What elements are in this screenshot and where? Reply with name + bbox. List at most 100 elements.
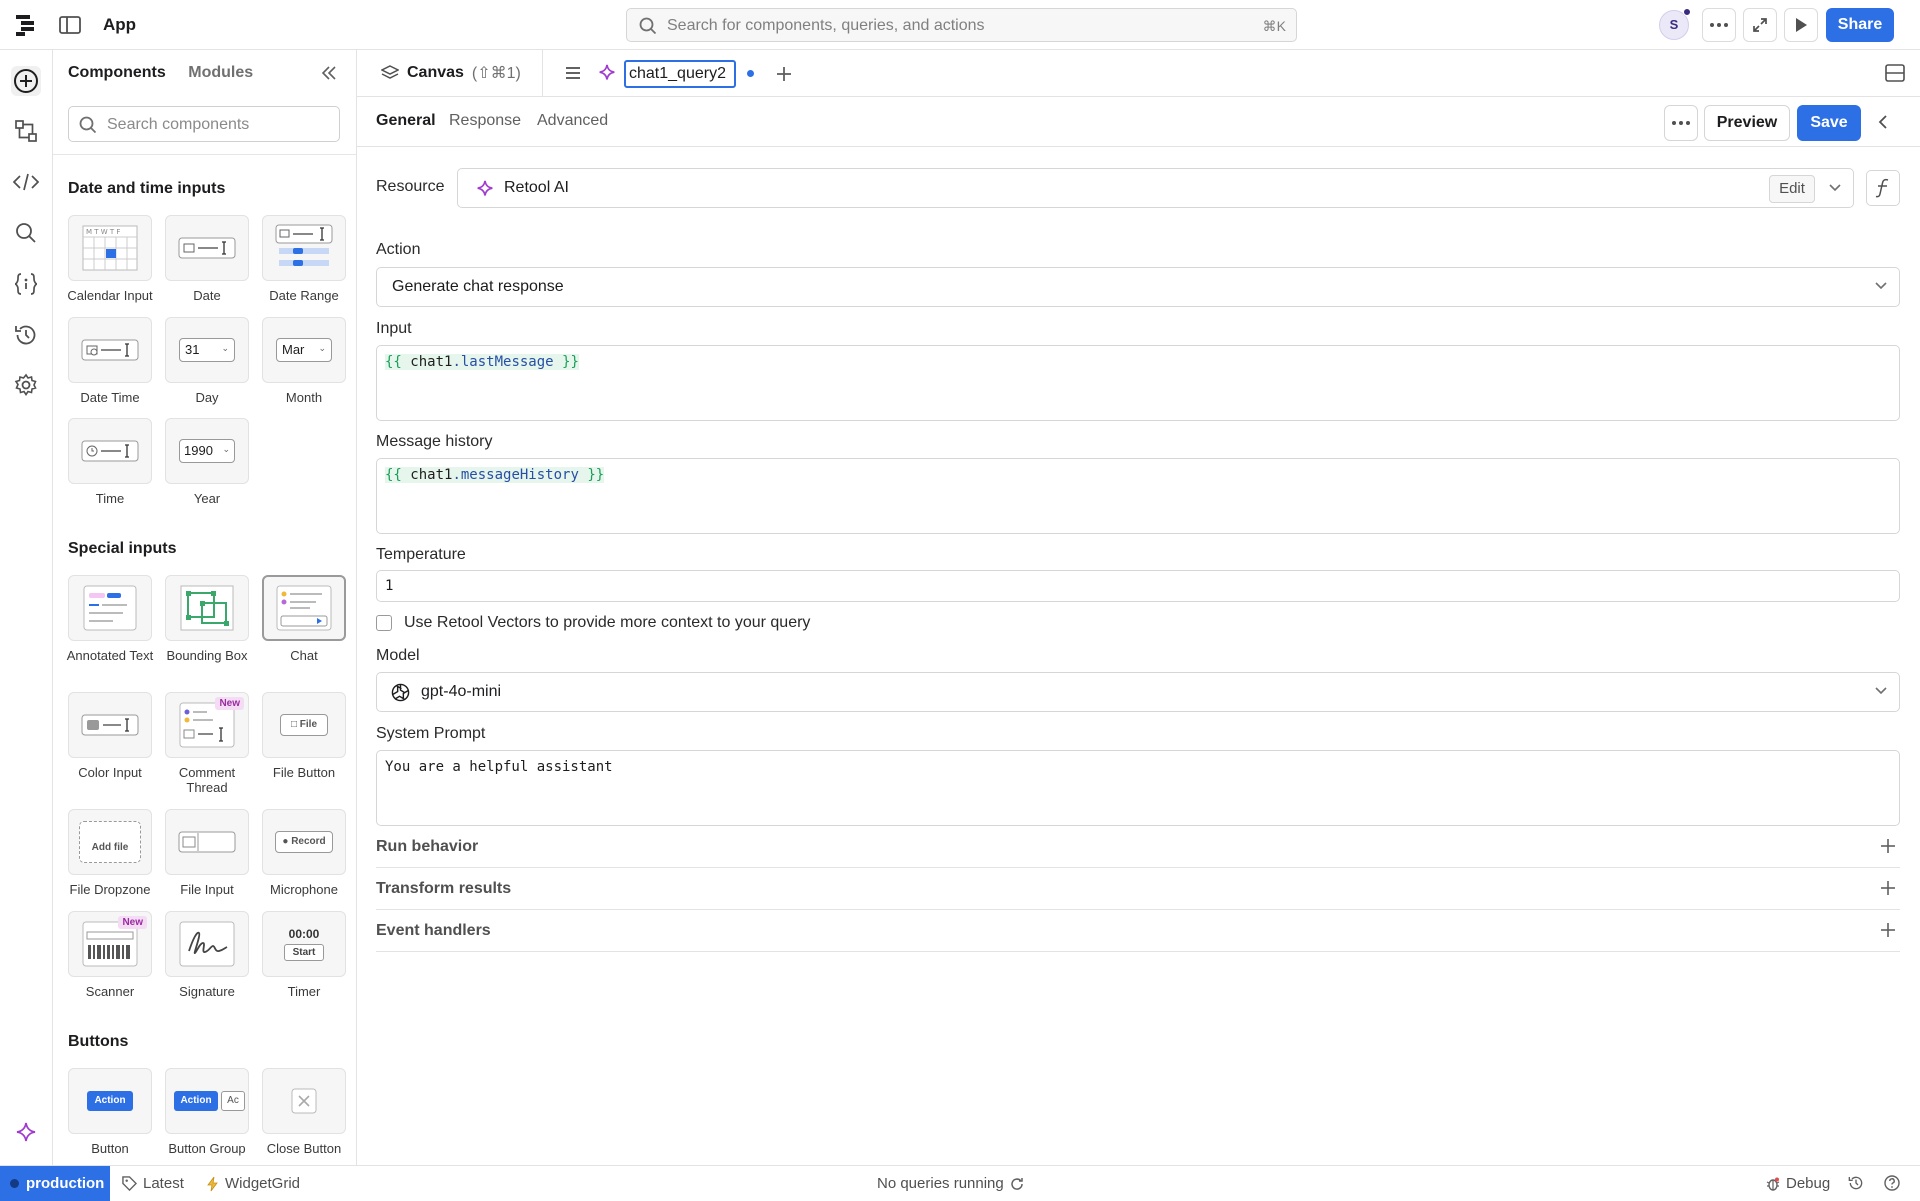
query-list-icon[interactable] xyxy=(564,65,582,81)
query-more-button[interactable] xyxy=(1664,105,1698,141)
expand-button[interactable] xyxy=(1743,8,1777,42)
tile-timer[interactable]: 00:00 Start Timer xyxy=(256,911,352,999)
chevron-down-icon xyxy=(1875,282,1887,290)
function-toggle-button[interactable] xyxy=(1866,170,1900,206)
plus-icon[interactable] xyxy=(1880,880,1896,896)
code-icon[interactable] xyxy=(11,167,41,197)
component-search-input[interactable]: Search components xyxy=(68,106,340,142)
tile-calendar-input[interactable]: M T W T F Calendar Input xyxy=(62,215,158,303)
accordion-transform-results[interactable]: Transform results xyxy=(376,868,1900,910)
history-icon[interactable] xyxy=(11,320,41,350)
tree-icon[interactable] xyxy=(11,116,41,146)
environment-selector[interactable]: production xyxy=(0,1166,110,1201)
edit-resource-button[interactable]: Edit xyxy=(1769,175,1815,203)
chevron-down-icon[interactable] xyxy=(1829,184,1841,192)
open-braces: {{ xyxy=(385,354,402,370)
tab-canvas[interactable]: Canvas (⇧⌘1) xyxy=(381,63,521,83)
add-query-icon[interactable] xyxy=(775,65,793,83)
tile-time[interactable]: Time xyxy=(62,418,158,506)
tab-components[interactable]: Components xyxy=(68,64,166,81)
tile-label: Annotated Text xyxy=(66,648,154,663)
environment-label: production xyxy=(26,1175,105,1192)
tile-date-time[interactable]: Date Time xyxy=(62,317,158,405)
search-icon xyxy=(639,17,657,35)
input-code-editor[interactable]: {{ chat1.lastMessage }} xyxy=(376,345,1900,421)
collapse-panel-icon[interactable] xyxy=(321,66,337,80)
accordion-event-handlers[interactable]: Event handlers xyxy=(376,910,1900,952)
tile-label: Bounding Box xyxy=(166,648,248,663)
branch-selector[interactable]: WidgetGrid xyxy=(207,1175,300,1192)
tile-file-button[interactable]: □ File File Button xyxy=(256,692,352,780)
add-component-icon[interactable] xyxy=(11,66,41,96)
sidebar-toggle-icon[interactable] xyxy=(59,15,81,35)
action-select[interactable]: Generate chat response xyxy=(376,267,1900,307)
tile-scanner[interactable]: New Scanner xyxy=(62,911,158,999)
tab-modules[interactable]: Modules xyxy=(188,64,253,81)
chevron-down-icon xyxy=(1875,687,1887,695)
message-history-code-editor[interactable]: {{ chat1.messageHistory }} xyxy=(376,458,1900,534)
save-button[interactable]: Save xyxy=(1797,105,1861,141)
tile-month[interactable]: Mar ⌄ Month xyxy=(256,317,352,405)
tile-chat[interactable]: Chat xyxy=(256,575,352,663)
collapse-editor-icon[interactable] xyxy=(1877,114,1889,130)
search-icon[interactable] xyxy=(11,218,41,248)
retool-logo-icon[interactable] xyxy=(16,14,38,36)
help-icon[interactable] xyxy=(1884,1175,1900,1191)
tile-day[interactable]: 31 ⌄ Day xyxy=(159,317,255,405)
file-button-text: File xyxy=(299,719,318,730)
tile-date-range[interactable]: Date Range xyxy=(256,215,352,303)
microphone-text: Record xyxy=(291,836,326,847)
tab-advanced[interactable]: Advanced xyxy=(537,112,608,130)
tile-signature[interactable]: Signature xyxy=(159,911,255,999)
unsaved-indicator xyxy=(747,70,754,77)
global-search[interactable]: Search for components, queries, and acti… xyxy=(626,8,1297,42)
vectors-checkbox[interactable] xyxy=(376,615,392,631)
button-inner: Action xyxy=(87,1091,133,1111)
tile-color-input[interactable]: Color Input xyxy=(62,692,158,780)
plus-icon[interactable] xyxy=(1880,838,1896,854)
transform-results-title: Transform results xyxy=(376,880,512,897)
system-prompt-editor[interactable]: You are a helpful assistant xyxy=(376,750,1900,826)
tile-microphone[interactable]: ● Record Microphone xyxy=(256,809,352,897)
gear-icon[interactable] xyxy=(11,370,41,400)
tile-button-group[interactable]: Action Ac Button Group xyxy=(159,1068,255,1156)
search-placeholder: Search for components, queries, and acti… xyxy=(667,17,985,34)
model-select[interactable]: gpt-4o-mini xyxy=(376,672,1900,712)
panel-layout-icon[interactable] xyxy=(1885,64,1905,82)
tab-response[interactable]: Response xyxy=(449,112,521,130)
temperature-input[interactable]: 1 xyxy=(376,570,1900,602)
day-value: 31 xyxy=(185,342,200,357)
accordion-run-behavior[interactable]: Run behavior xyxy=(376,826,1900,868)
plus-icon[interactable] xyxy=(1880,922,1896,938)
tile-file-input[interactable]: File Input xyxy=(159,809,255,897)
tile-file-dropzone[interactable]: Add file File Dropzone xyxy=(62,809,158,897)
preview-button[interactable]: Preview xyxy=(1704,105,1790,141)
play-preview-button[interactable] xyxy=(1784,8,1818,42)
tile-bounding-box[interactable]: Bounding Box xyxy=(159,575,255,663)
query-status[interactable]: No queries running xyxy=(877,1175,1024,1192)
share-button[interactable]: Share xyxy=(1826,8,1894,42)
tag-icon xyxy=(122,1176,137,1191)
history-icon[interactable] xyxy=(1848,1175,1864,1191)
presence-dot xyxy=(1683,8,1691,16)
debug-button[interactable]: Debug xyxy=(1766,1175,1830,1192)
tab-general[interactable]: General xyxy=(376,112,436,130)
tile-comment-thread[interactable]: New Comment Thread xyxy=(159,692,255,795)
input-label: Input xyxy=(376,320,412,337)
resource-select[interactable]: Retool AI Edit xyxy=(457,168,1854,208)
more-options-button[interactable] xyxy=(1702,8,1736,42)
section-special-inputs: Special inputs xyxy=(68,540,177,557)
tile-year[interactable]: 1990 ⌄ Year xyxy=(159,418,255,506)
button-group-inner: Action xyxy=(174,1091,218,1111)
tile-label: Close Button xyxy=(266,1141,342,1156)
openai-logo-icon xyxy=(391,683,410,702)
tile-close-button[interactable]: Close Button xyxy=(256,1068,352,1156)
app-title[interactable]: App xyxy=(103,15,136,35)
tile-button[interactable]: Action Button xyxy=(62,1068,158,1156)
state-icon[interactable] xyxy=(11,269,41,299)
tile-annotated-text[interactable]: Annotated Text xyxy=(62,575,158,663)
tile-date[interactable]: Date xyxy=(159,215,255,303)
ai-assist-icon[interactable] xyxy=(11,1118,41,1148)
query-name-input[interactable]: chat1_query2 xyxy=(624,60,736,88)
version-selector[interactable]: Latest xyxy=(122,1175,184,1192)
